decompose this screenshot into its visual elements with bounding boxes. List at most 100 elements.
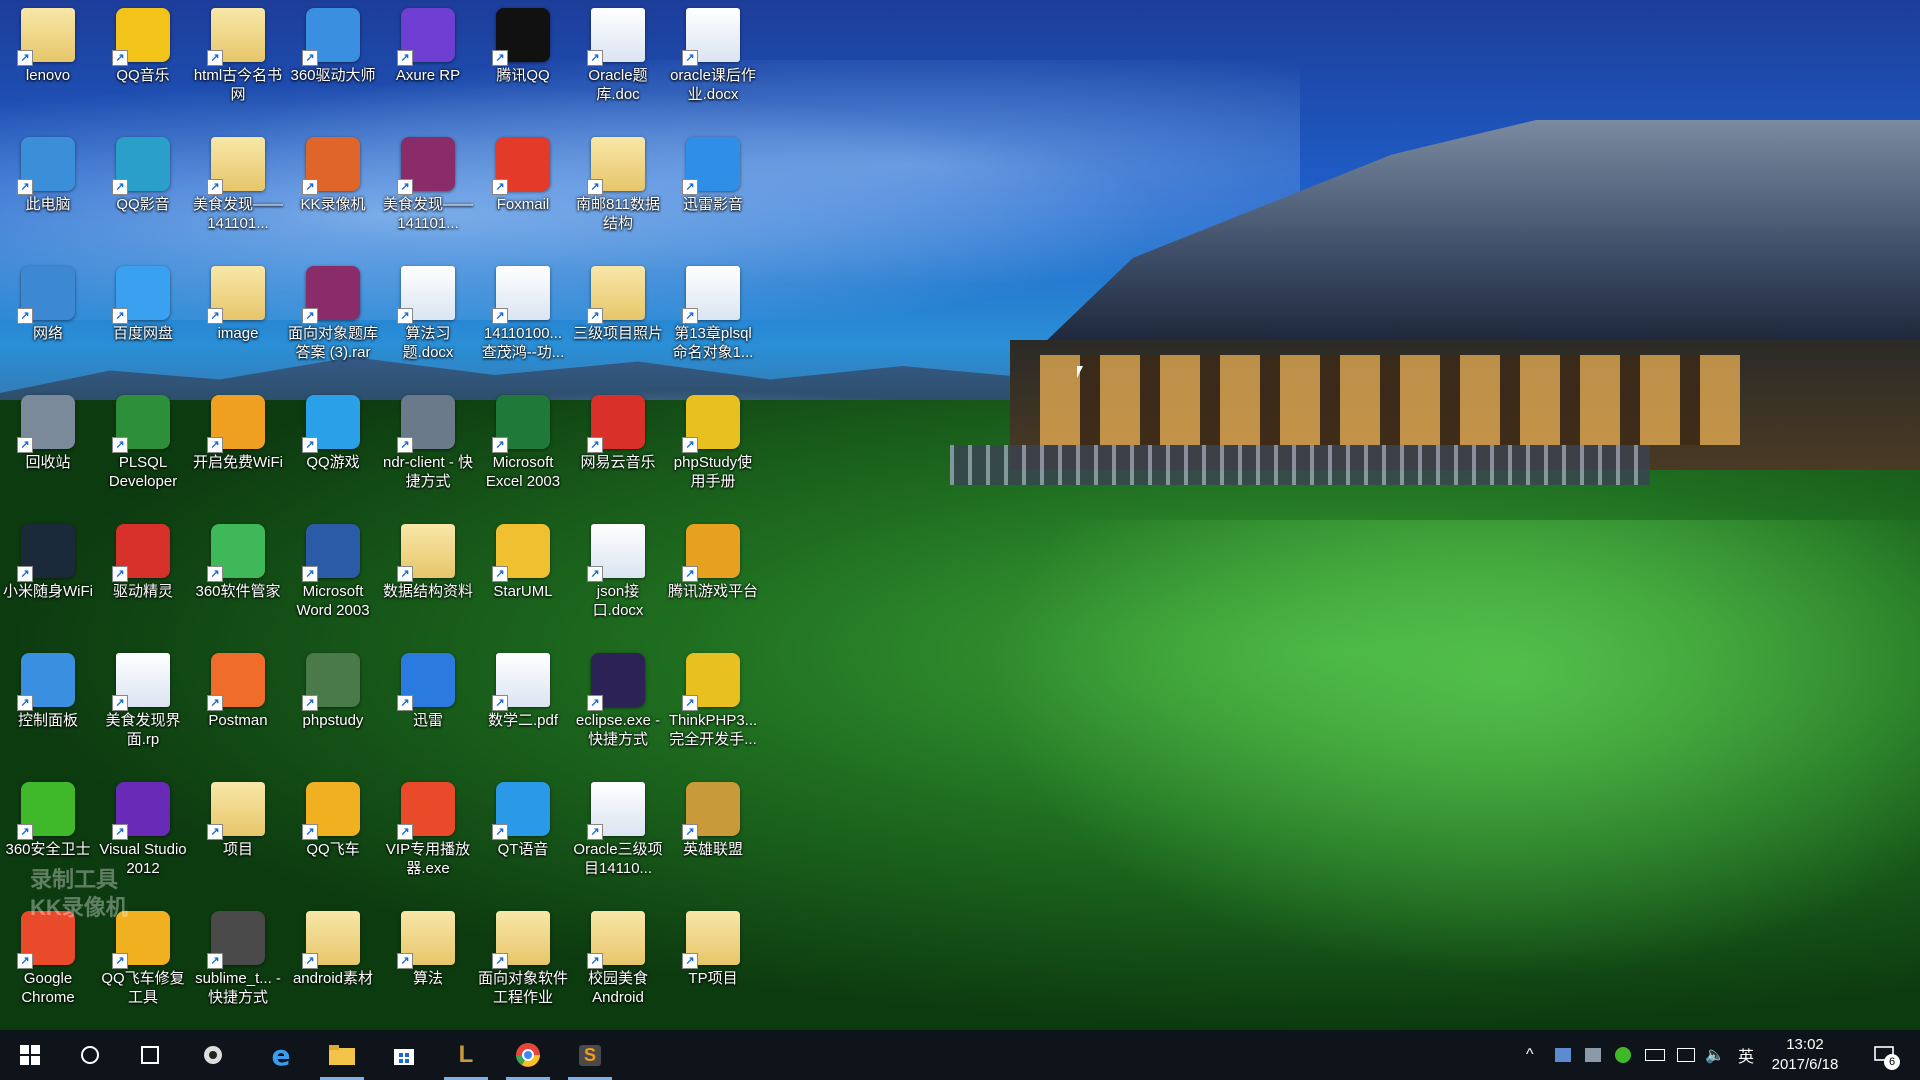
windows-start-icon[interactable] — [2, 1030, 58, 1080]
desktop-icon[interactable]: ↗ 驱动精灵 — [97, 516, 189, 640]
shortcut-arrow-icon: ↗ — [587, 179, 603, 195]
shortcut-arrow-icon: ↗ — [682, 179, 698, 195]
desktop-icon[interactable]: ↗ Oracle题库.doc — [572, 0, 664, 124]
desktop-icon[interactable]: ↗ 算法习题.docx — [382, 258, 474, 382]
desktop-icon[interactable]: ↗ 面向对象题库答案 (3).rar — [287, 258, 379, 382]
notification-count-badge: 6 — [1884, 1054, 1900, 1070]
desktop-icon[interactable]: ↗ 美食发现——141101... — [382, 129, 474, 253]
desktop-icon[interactable]: ↗ 英雄联盟 — [667, 774, 759, 898]
desktop-icon[interactable]: ↗ QQ音乐 — [97, 0, 189, 124]
desktop-icon[interactable]: ↗ 网络 — [2, 258, 94, 382]
desktop-icon[interactable]: ↗ StarUML — [477, 516, 569, 640]
desktop-icon[interactable]: ↗ 三级项目照片 — [572, 258, 664, 382]
desktop-icon[interactable]: ↗ Microsoft Excel 2003 — [477, 387, 569, 511]
desktop-icon[interactable]: ↗ 数据结构资料 — [382, 516, 474, 640]
battery-icon[interactable] — [1645, 1030, 1665, 1080]
shortcut-arrow-icon: ↗ — [302, 437, 318, 453]
shortcut-arrow-icon: ↗ — [302, 824, 318, 840]
desktop-icon[interactable]: ↗ phpstudy — [287, 645, 379, 769]
desktop-icon-label: 14110100...查茂鸿--功... — [481, 325, 565, 361]
desktop-icon[interactable]: ↗ 迅雷 — [382, 645, 474, 769]
desktop-icon[interactable]: ↗ ThinkPHP3...完全开发手... — [667, 645, 759, 769]
desktop-icon[interactable]: ↗ 回收站 — [2, 387, 94, 511]
action-center-icon[interactable]: 6 — [1862, 1030, 1906, 1080]
desktop-icon[interactable]: ↗ eclipse.exe - 快捷方式 — [572, 645, 664, 769]
desktop-icon[interactable]: ↗ KK录像机 — [287, 129, 379, 253]
desktop-icon[interactable]: ↗ 14110100...查茂鸿--功... — [477, 258, 569, 382]
league-of-legends-icon[interactable]: L — [438, 1030, 494, 1080]
desktop-icon[interactable]: ↗ 控制面板 — [2, 645, 94, 769]
desktop-icon[interactable]: ↗ 此电脑 — [2, 129, 94, 253]
desktop-icon[interactable]: ↗ image — [192, 258, 284, 382]
shortcut-arrow-icon: ↗ — [112, 695, 128, 711]
desktop-icon[interactable]: ↗ android素材 — [287, 903, 379, 1027]
desktop-icon-label: 腾讯QQ — [496, 67, 550, 84]
desktop-icon[interactable]: ↗ QQ影音 — [97, 129, 189, 253]
volume-icon[interactable]: 🔈 — [1705, 1030, 1725, 1080]
desktop-icon[interactable]: ↗ 小米随身WiFi — [2, 516, 94, 640]
shortcut-arrow-icon: ↗ — [207, 179, 223, 195]
folder-icon: ↗ — [17, 8, 75, 66]
desktop-icon[interactable]: ↗ 迅雷影音 — [667, 129, 759, 253]
desktop-icon[interactable]: ↗ 网易云音乐 — [572, 387, 664, 511]
desktop-icon[interactable]: ↗ 360驱动大师 — [287, 0, 379, 124]
file-explorer-icon[interactable] — [314, 1030, 370, 1080]
desktop-icon[interactable]: ↗ 百度网盘 — [97, 258, 189, 382]
desktop-icon[interactable]: ↗ 数学二.pdf — [477, 645, 569, 769]
shortcut-arrow-icon: ↗ — [587, 824, 603, 840]
shortcut-arrow-icon: ↗ — [207, 308, 223, 324]
desktop-icon[interactable]: ↗ Microsoft Word 2003 — [287, 516, 379, 640]
shortcut-arrow-icon: ↗ — [397, 437, 413, 453]
desktop-icon[interactable]: ↗ html古今名书网 — [192, 0, 284, 124]
network-icon[interactable] — [1677, 1030, 1695, 1080]
desktop-icon[interactable]: ↗ sublime_t... - 快捷方式 — [192, 903, 284, 1027]
desktop-icon[interactable]: ↗ 校园美食Android — [572, 903, 664, 1027]
desktop-icon[interactable]: ↗ 美食发现界面.rp — [97, 645, 189, 769]
desktop-icon[interactable]: ↗ 开启免费WiFi — [192, 387, 284, 511]
search-icon[interactable] — [62, 1030, 118, 1080]
tray-overflow-chevron[interactable]: ^ — [1526, 1030, 1534, 1080]
desktop-icon[interactable]: ↗ 腾讯QQ — [477, 0, 569, 124]
ime-indicator[interactable]: 英 — [1738, 1030, 1754, 1080]
desktop-icon[interactable]: ↗ QT语音 — [477, 774, 569, 898]
desktop-icon[interactable]: ↗ Axure RP — [382, 0, 474, 124]
desktop-icon[interactable]: ↗ PLSQL Developer — [97, 387, 189, 511]
desktop-icon-label: 三级项目照片 — [572, 325, 663, 342]
chrome-icon[interactable] — [500, 1030, 556, 1080]
shortcut-arrow-icon: ↗ — [17, 566, 33, 582]
desktop-icon[interactable]: ↗ oracle课后作业.docx — [667, 0, 759, 124]
tray-app-icon-1[interactable] — [1555, 1030, 1571, 1080]
tray-app-icon-2[interactable] — [1585, 1030, 1601, 1080]
desktop-icon[interactable]: ↗ ndr-client - 快捷方式 — [382, 387, 474, 511]
desktop-icon[interactable]: ↗ QQ飞车 — [287, 774, 379, 898]
desktop-icon[interactable]: ↗ json接口.docx — [572, 516, 664, 640]
desktop-icon[interactable]: ↗ phpStudy使用手册 — [667, 387, 759, 511]
desktop-icon[interactable]: ↗ 南邮811数据结构 — [572, 129, 664, 253]
desktop-icon[interactable]: ↗ 项目 — [192, 774, 284, 898]
desktop-icon-label: Axure RP — [395, 67, 461, 84]
clock[interactable]: 13:02 2017/6/18 — [1760, 1035, 1850, 1075]
desktop-icon[interactable]: ↗ 美食发现——141101... — [192, 129, 284, 253]
store-icon[interactable] — [376, 1030, 432, 1080]
tray-360-icon[interactable] — [1615, 1030, 1631, 1080]
sublime-text-icon[interactable]: S — [562, 1030, 618, 1080]
desktop-icon[interactable]: ↗ TP项目 — [667, 903, 759, 1027]
shortcut-arrow-icon: ↗ — [302, 953, 318, 969]
desktop-icon[interactable]: ↗ 第13章plsql命名对象1... — [667, 258, 759, 382]
desktop-icon[interactable]: ↗ 算法 — [382, 903, 474, 1027]
desktop-icon[interactable]: ↗ 腾讯游戏平台 — [667, 516, 759, 640]
desktop-icon[interactable]: ↗ lenovo — [2, 0, 94, 124]
pinned-app-icon[interactable] — [185, 1030, 241, 1080]
shortcut-arrow-icon: ↗ — [492, 50, 508, 66]
edge-browser-icon[interactable]: e — [253, 1030, 309, 1080]
desktop-icon[interactable]: ↗ Postman — [192, 645, 284, 769]
desktop-icon[interactable]: ↗ VIP专用播放器.exe — [382, 774, 474, 898]
desktop-icon[interactable]: ↗ 面向对象软件工程作业 — [477, 903, 569, 1027]
desktop-icon-label: QQ音乐 — [116, 67, 170, 84]
desktop-icon[interactable]: ↗ 360软件管家 — [192, 516, 284, 640]
desktop-icon[interactable]: ↗ Foxmail — [477, 129, 569, 253]
app-icon: ↗ — [17, 266, 75, 324]
desktop-icon[interactable]: ↗ QQ游戏 — [287, 387, 379, 511]
desktop-icon[interactable]: ↗ Oracle三级项目14110... — [572, 774, 664, 898]
task-view-icon[interactable] — [122, 1030, 178, 1080]
